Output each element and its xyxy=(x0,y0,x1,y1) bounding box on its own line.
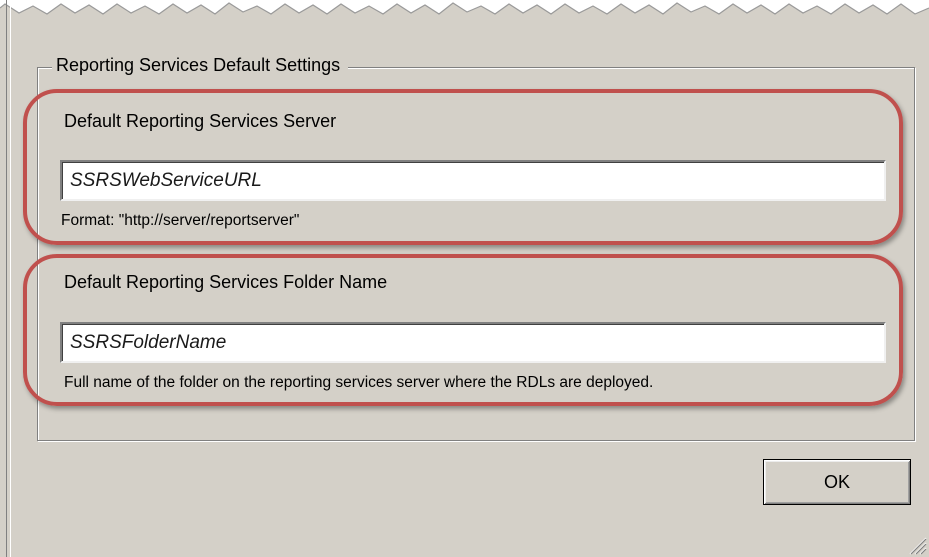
dialog-window: Reporting Services Default Settings Defa… xyxy=(0,0,929,557)
server-url-input[interactable] xyxy=(62,162,884,199)
torn-edge-decoration xyxy=(0,0,929,15)
ok-button[interactable]: OK xyxy=(763,459,911,505)
groupbox-title: Reporting Services Default Settings xyxy=(52,55,349,76)
folder-description-hint: Full name of the folder on the reporting… xyxy=(64,374,654,391)
folder-textbox[interactable] xyxy=(60,322,886,363)
server-textbox[interactable] xyxy=(60,160,886,201)
server-label: Default Reporting Services Server xyxy=(64,111,337,131)
size-grip-icon[interactable] xyxy=(905,533,927,555)
folder-label: Default Reporting Services Folder Name xyxy=(64,272,388,292)
window-left-border xyxy=(6,0,11,557)
folder-name-input[interactable] xyxy=(62,324,884,361)
server-format-hint: Format: "http://server/reportserver" xyxy=(61,212,300,229)
